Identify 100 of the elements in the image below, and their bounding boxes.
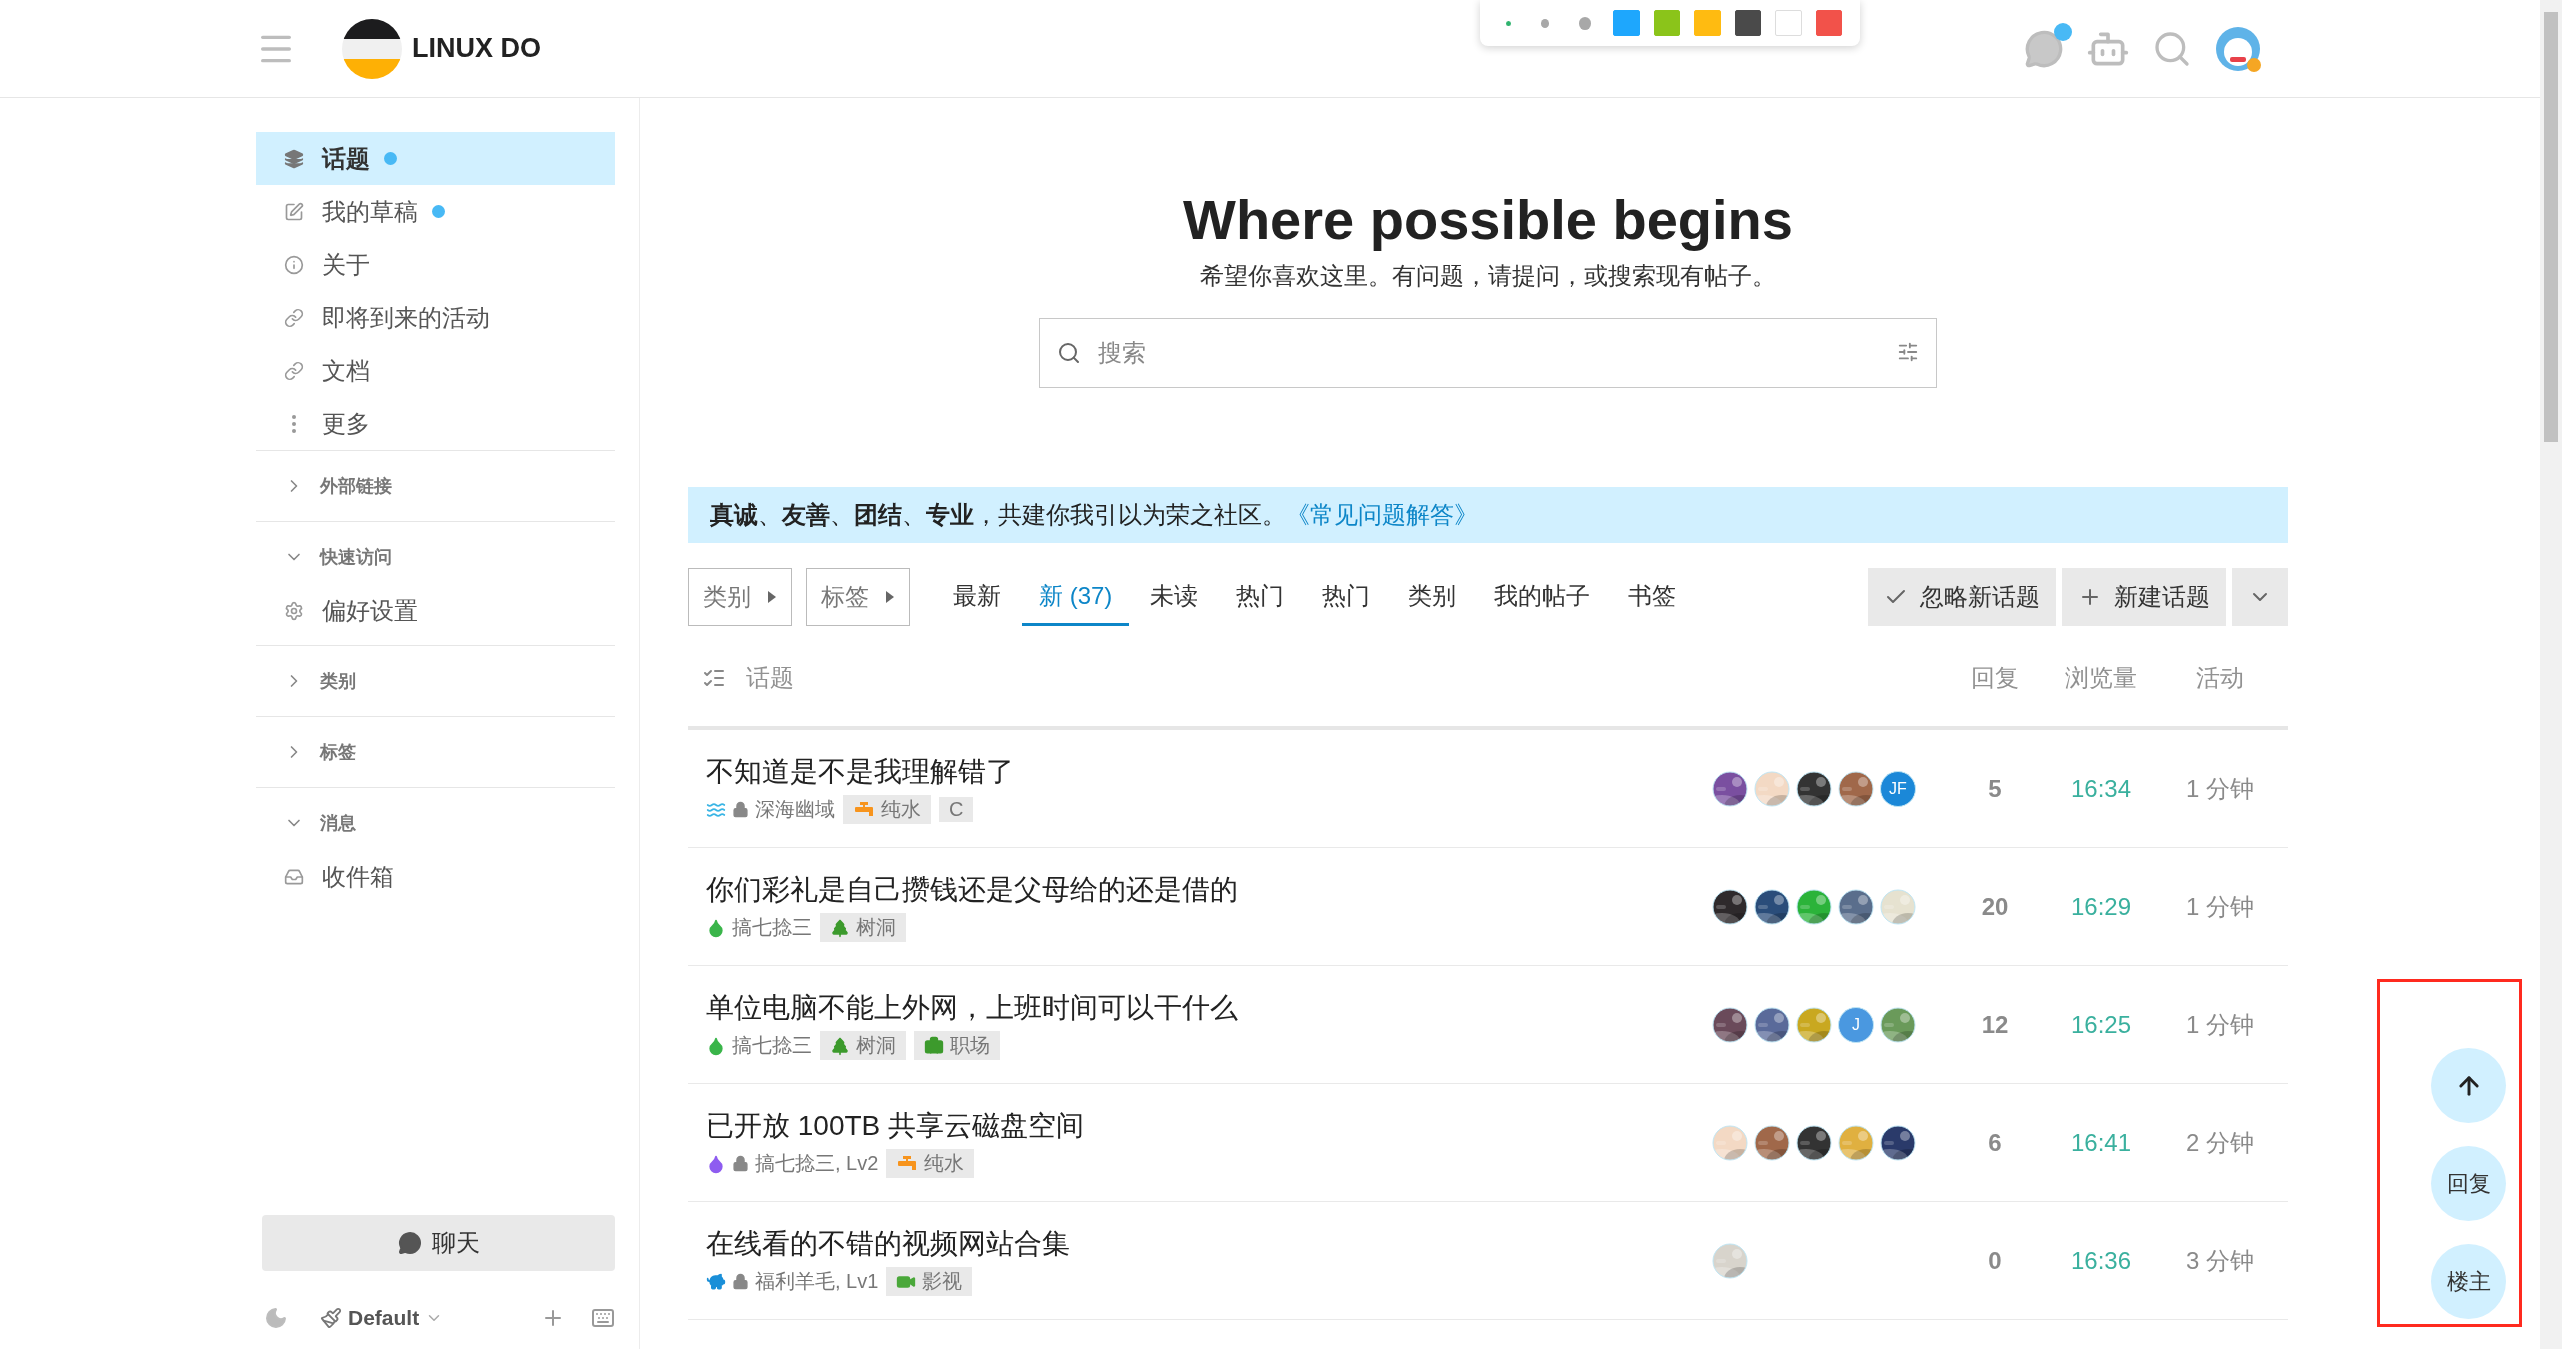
- sidebar-item[interactable]: 我的草稿: [256, 185, 615, 238]
- filter-icon[interactable]: [1897, 341, 1919, 363]
- activity-time: 2 分钟: [2186, 1127, 2254, 1158]
- more-icon: [292, 414, 296, 433]
- section-header[interactable]: 类别: [256, 654, 615, 708]
- layers-icon: [284, 148, 304, 169]
- size-dot[interactable]: [1540, 18, 1550, 28]
- section-header[interactable]: 快速访问: [256, 530, 615, 584]
- keyboard-icon[interactable]: [591, 1306, 615, 1330]
- search-field[interactable]: 搜索: [1039, 318, 1937, 388]
- filter-dropdown[interactable]: 类别: [688, 568, 792, 626]
- sidebar-item[interactable]: 话题: [256, 132, 615, 185]
- size-dot[interactable]: [1579, 16, 1592, 30]
- nav-tab[interactable]: 我的帖子: [1477, 568, 1608, 626]
- search-icon: [1057, 341, 1081, 365]
- category-link[interactable]: 搞七捻三: [706, 914, 812, 941]
- tag[interactable]: 纯水: [886, 1149, 975, 1178]
- column-header[interactable]: 话题: [746, 662, 794, 694]
- topic-title[interactable]: 在线看的不错的视频网站合集: [706, 1225, 1700, 1263]
- caret-icon: [767, 590, 777, 604]
- float-button[interactable]: 楼主: [2431, 1244, 2506, 1319]
- subtitle: 希望你喜欢这里。有问题，请提问，或搜索现有帖子。: [1199, 261, 1777, 291]
- nav-tab[interactable]: 书签: [1611, 568, 1694, 626]
- reply-count: 20: [1981, 892, 2009, 921]
- activity-time: 1 分钟: [2186, 1009, 2254, 1040]
- view-count: 16:29: [2070, 892, 2132, 921]
- view-count: 16:36: [2070, 1246, 2132, 1275]
- user-avatar[interactable]: J: [1838, 1006, 1874, 1043]
- action-button[interactable]: 忽略新话题: [1868, 568, 2056, 626]
- user-avatar[interactable]: JF: [1880, 770, 1916, 807]
- brush-icon: [320, 1307, 342, 1329]
- chat-button[interactable]: 聊天: [262, 1215, 615, 1271]
- view-count: 16:25: [2070, 1010, 2132, 1039]
- faq-link[interactable]: 《常见问题解答》: [1286, 499, 1478, 531]
- float-button[interactable]: 回复: [2431, 1146, 2506, 1221]
- speech-bubble-icon: [397, 1231, 422, 1255]
- tag[interactable]: 树洞: [820, 1031, 906, 1060]
- size-dot[interactable]: [1506, 20, 1511, 26]
- reply-count: 12: [1981, 1010, 2009, 1039]
- section-header[interactable]: 外部链接: [256, 459, 615, 513]
- section-header[interactable]: 标签: [256, 725, 615, 779]
- view-count: 16:41: [2070, 1128, 2132, 1157]
- tag[interactable]: 纯水: [843, 795, 931, 824]
- action-button[interactable]: 新建话题: [2062, 568, 2226, 626]
- color-swatch[interactable]: [1613, 10, 1640, 36]
- sidebar-item[interactable]: 即将到来的活动: [256, 291, 615, 344]
- color-swatch[interactable]: [1734, 10, 1762, 36]
- topic-title[interactable]: 已开放 100TB 共享云磁盘空间: [706, 1107, 1700, 1145]
- scrollbar[interactable]: [2540, 0, 2562, 1349]
- theme-selector[interactable]: Default: [314, 1305, 450, 1331]
- banner-text: 真诚、友善、团结、专业，共建你我引以为荣之社区。: [710, 500, 1286, 530]
- category-link[interactable]: 搞七捻三: [706, 1032, 812, 1059]
- reply-count: 5: [1988, 774, 2002, 803]
- filter-dropdown[interactable]: 标签: [806, 568, 910, 626]
- color-swatch[interactable]: [1815, 10, 1842, 36]
- nav-tab[interactable]: 新 (37): [1022, 568, 1130, 626]
- page-title: Where possible begins: [1182, 187, 1794, 253]
- info-icon: [284, 254, 304, 275]
- view-count: 16:34: [2070, 774, 2132, 803]
- site-name: LINUX DO: [412, 33, 541, 64]
- nav-tab[interactable]: 类别: [1391, 568, 1474, 626]
- link-icon: [284, 360, 304, 381]
- sidebar-item[interactable]: 收件箱: [256, 850, 615, 903]
- color-swatch[interactable]: [1653, 10, 1681, 36]
- category-link[interactable]: 深海幽域: [706, 796, 835, 823]
- column-header[interactable]: 活动: [2196, 662, 2244, 694]
- nav-tab[interactable]: 热门: [1219, 568, 1302, 626]
- topic-title[interactable]: 单位电脑不能上外网，上班时间可以干什么: [706, 989, 1700, 1027]
- nav-tab[interactable]: 未读: [1133, 568, 1216, 626]
- logo-icon: [342, 18, 402, 79]
- nav-tab[interactable]: 最新: [936, 568, 1018, 626]
- settings-icon: [284, 600, 304, 621]
- activity-time: 3 分钟: [2186, 1245, 2254, 1276]
- reply-count: 6: [1988, 1128, 2002, 1157]
- sidebar-item[interactable]: 文档: [256, 344, 615, 397]
- moon-icon[interactable]: [264, 1306, 288, 1330]
- category-link[interactable]: 福利羊毛, Lv1: [706, 1268, 879, 1295]
- section-header[interactable]: 消息: [256, 796, 615, 850]
- sidebar-item[interactable]: 更多: [256, 397, 615, 450]
- link-icon: [284, 307, 304, 328]
- column-header[interactable]: 回复: [1971, 662, 2019, 694]
- tag[interactable]: 影视: [886, 1267, 973, 1296]
- activity-time: 1 分钟: [2186, 773, 2254, 804]
- caret-icon: [885, 590, 895, 604]
- edit-icon: [284, 201, 304, 222]
- column-header[interactable]: 浏览量: [2065, 662, 2137, 694]
- tag[interactable]: 树洞: [820, 913, 906, 942]
- faucet-icon: [853, 800, 875, 819]
- faucet-icon: [896, 1154, 919, 1173]
- tag[interactable]: 职场: [914, 1031, 1000, 1060]
- topic-title[interactable]: 不知道是不是我理解错了: [706, 753, 1700, 791]
- nav-tab[interactable]: 热门: [1305, 568, 1388, 626]
- reply-count: 0: [1988, 1246, 2002, 1275]
- tag[interactable]: C: [939, 797, 974, 822]
- sidebar-item[interactable]: 偏好设置: [256, 584, 615, 637]
- topic-title[interactable]: 你们彩礼是自己攒钱还是父母给的还是借的: [706, 871, 1700, 909]
- user-avatar[interactable]: [2214, 24, 2262, 73]
- sidebar-item[interactable]: 关于: [256, 238, 615, 291]
- category-link[interactable]: 搞七捻三, Lv2: [706, 1150, 879, 1177]
- chat-icon[interactable]: [2024, 28, 2064, 69]
